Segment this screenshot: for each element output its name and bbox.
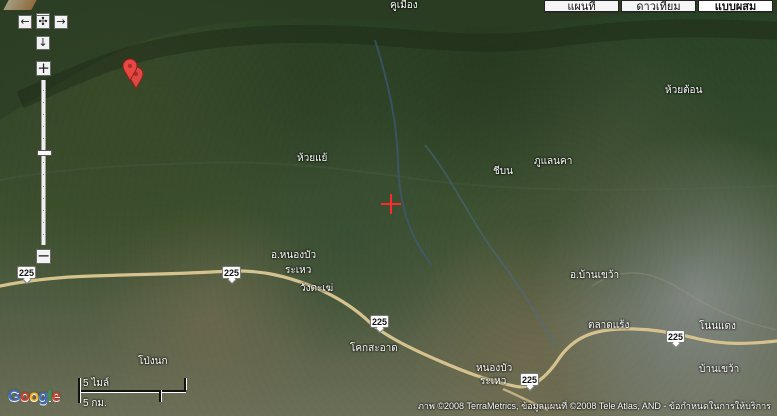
center-crosshair-icon bbox=[381, 194, 401, 214]
place-label: ภูแลนคา bbox=[534, 156, 573, 167]
place-label: โนนแดง bbox=[699, 321, 736, 332]
zoom-tick bbox=[43, 186, 44, 187]
place-label: อ.บ้านเขว้า bbox=[570, 270, 620, 281]
place-label: ห้วยต้อน bbox=[665, 85, 703, 96]
top-left-map-control-fragment bbox=[3, 0, 37, 10]
pan-left-button[interactable]: ← bbox=[18, 15, 32, 29]
map-marker-icon[interactable] bbox=[122, 58, 138, 82]
road-shield: 225 bbox=[520, 373, 540, 386]
google-logo: Google bbox=[8, 388, 61, 406]
map-tab-map[interactable]: แผนที่ bbox=[544, 0, 619, 13]
zoom-tick bbox=[43, 162, 44, 163]
zoom-tick bbox=[43, 126, 44, 127]
road-shield: 225 bbox=[666, 330, 686, 343]
scale-tick bbox=[159, 390, 161, 402]
satellite-map[interactable]: แผนที่ ดาวเทียม แบบผสม ↑ ← ✣ → ↓ + − bbox=[0, 0, 777, 416]
zoom-tick bbox=[43, 210, 44, 211]
scale-label-miles: 5 ไมล์ bbox=[83, 378, 110, 389]
map-tab-satellite[interactable]: ดาวเทียม bbox=[621, 0, 696, 13]
google-logo-letter: e bbox=[51, 388, 61, 405]
place-label: ระเหว bbox=[480, 376, 507, 387]
zoom-tick bbox=[43, 174, 44, 175]
scale-line bbox=[78, 390, 186, 392]
google-logo-letter: o bbox=[19, 388, 30, 405]
pan-right-button[interactable]: → bbox=[54, 15, 68, 29]
zoom-in-button[interactable]: + bbox=[36, 61, 51, 76]
place-label: ห้วยแย้ bbox=[297, 153, 328, 164]
recenter-button[interactable]: ✣ bbox=[36, 15, 50, 29]
zoom-tick bbox=[43, 198, 44, 199]
place-label: ตลาดแร้ง bbox=[588, 320, 630, 331]
map-tab-hybrid[interactable]: แบบผสม bbox=[698, 0, 773, 13]
zoom-tick bbox=[43, 138, 44, 139]
map-navigation-controls[interactable]: ↑ ← ✣ → ↓ + − bbox=[14, 13, 74, 264]
pan-down-button[interactable]: ↓ bbox=[36, 36, 50, 50]
place-label: โป่งนก bbox=[138, 356, 168, 367]
map-type-tabs[interactable]: แผนที่ ดาวเทียม แบบผสม bbox=[544, 0, 773, 13]
zoom-tick bbox=[43, 102, 44, 103]
place-label: อ.หนองบัว bbox=[271, 250, 317, 261]
zoom-slider-track[interactable] bbox=[37, 80, 52, 245]
google-logo-letter: o bbox=[29, 388, 39, 405]
google-logo-letter: G bbox=[8, 388, 20, 405]
place-label: ชีบน bbox=[493, 166, 513, 177]
road-shield: 225 bbox=[222, 266, 242, 279]
google-logo-letter: g bbox=[38, 388, 49, 405]
place-label: วังตะเฆ่ bbox=[300, 283, 334, 294]
zoom-slider-handle[interactable] bbox=[37, 150, 52, 156]
zoom-tick bbox=[43, 234, 44, 235]
zoom-tick bbox=[43, 222, 44, 223]
scale-label-kilometers: 5 กม. bbox=[83, 398, 107, 409]
place-label: คูเมือง bbox=[390, 0, 418, 11]
zoom-tick bbox=[43, 90, 44, 91]
map-scale: 5 ไมล์ 5 กม. bbox=[78, 376, 188, 410]
place-label: โคกสะอาด bbox=[350, 343, 398, 354]
place-label: บ้านเขว้า bbox=[699, 364, 740, 375]
map-attribution: ภาพ ©2008 TerraMetrics, ข้อมูลแผนที่ ©20… bbox=[417, 401, 771, 411]
scale-tick bbox=[78, 378, 80, 403]
zoom-out-button[interactable]: − bbox=[36, 248, 51, 264]
road-shield: 225 bbox=[17, 266, 37, 279]
zoom-tick bbox=[43, 114, 44, 115]
place-label: ระเหว bbox=[285, 265, 312, 276]
road-shield: 225 bbox=[370, 315, 390, 328]
scale-tick bbox=[184, 378, 186, 390]
